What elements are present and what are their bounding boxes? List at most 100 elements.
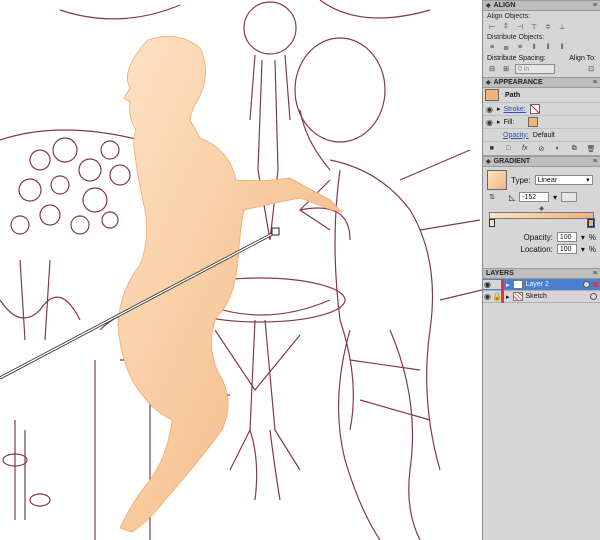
panel-menu-icon[interactable]: ≡ (593, 158, 597, 165)
stroke-label[interactable]: Stroke: (504, 106, 526, 113)
appearance-stroke-row[interactable]: ◉ ▸ Stroke: (483, 103, 600, 116)
gradient-type-label: Type: (511, 175, 531, 185)
object-thumbnail (485, 89, 499, 101)
gradient-location-label: Location: (520, 244, 553, 254)
appearance-object-row: Path (483, 88, 600, 103)
layer-row[interactable]: ◉ ▸ Layer 2 (483, 278, 600, 291)
reduce-basic-icon[interactable]: ◐ (553, 144, 563, 153)
add-fill-icon[interactable]: □ (504, 144, 514, 153)
appearance-panel: ◆ APPEARANCE ≡ Path ◉ ▸ Stroke: ◉ ▸ Fill… (483, 77, 600, 156)
gradient-type-value: Linear (537, 176, 558, 184)
expand-arrow-icon[interactable]: ▸ (506, 281, 510, 289)
gradient-panel: ◆ GRADIENT ≡ Type: Linear ▾ ⇅ ◺ -152 ▾ ◆ (483, 156, 600, 262)
selection-indicator-icon (593, 282, 598, 287)
gradient-stop-start[interactable] (489, 219, 495, 227)
fill-label: Fill: (503, 118, 515, 126)
visibility-eye-icon[interactable]: ◉ (483, 292, 492, 301)
delete-item-icon[interactable]: 🗑 (586, 144, 596, 153)
gradient-opacity-input[interactable]: 100 (556, 232, 577, 242)
distribute-bottom-icon[interactable]: ≡ (515, 43, 525, 52)
distribute-right-icon[interactable]: ⦀ (557, 43, 567, 52)
opacity-label[interactable]: Opacity: (503, 132, 529, 139)
align-center-v-icon[interactable]: ≑ (543, 22, 553, 31)
chevron-down-icon[interactable]: ▾ (581, 245, 585, 254)
align-top-icon[interactable]: ⊤ (529, 22, 539, 31)
opacity-percent: % (588, 232, 596, 242)
gradient-angle-input[interactable]: -152 (519, 192, 550, 202)
align-bottom-icon[interactable]: ⊥ (557, 22, 567, 31)
expand-arrow-icon[interactable]: ▸ (497, 105, 501, 113)
gradient-preview-swatch[interactable] (487, 170, 507, 190)
lock-toggle-icon[interactable] (492, 280, 501, 289)
chevron-down-icon[interactable]: ▾ (581, 233, 585, 242)
panel-menu-icon[interactable]: ≡ (593, 79, 597, 86)
gradient-panel-title: GRADIENT (493, 158, 531, 165)
gradient-stops (489, 218, 595, 228)
fill-swatch[interactable] (528, 117, 539, 127)
layer-row[interactable]: ◉ 🔒 ▸ Sketch (483, 290, 600, 303)
visibility-eye-icon[interactable]: ◉ (483, 280, 492, 289)
chevron-down-icon: ▾ (586, 177, 590, 184)
appearance-panel-title: APPEARANCE (493, 79, 543, 86)
gradient-location-input[interactable]: 100 (556, 244, 577, 254)
distribute-top-icon[interactable]: ≡ (487, 43, 497, 52)
aspect-ratio-input (561, 192, 578, 202)
distribute-center-h-icon[interactable]: ⦀ (543, 43, 553, 52)
align-center-h-icon[interactable]: ‡ (501, 22, 511, 31)
layers-panel-header[interactable]: LAYERS ≡ (483, 268, 600, 279)
artboard-canvas[interactable] (0, 0, 482, 540)
reverse-gradient-icon[interactable]: ⇅ (487, 193, 497, 202)
object-type-label: Path (505, 91, 521, 99)
distribute-spacing-controls: ⊟ ⊞ 0 in ⊡ (483, 63, 600, 77)
duplicate-item-icon[interactable]: ⧉ (570, 144, 580, 153)
midpoint-diamond-icon[interactable]: ◆ (489, 205, 594, 212)
collapse-chevron-icon[interactable]: ◆ (486, 158, 491, 165)
gradient-stop-end[interactable] (587, 218, 595, 228)
align-right-icon[interactable]: ⊣ (515, 22, 525, 31)
layer-name[interactable]: Layer 2 (526, 281, 549, 288)
collapse-chevron-icon[interactable]: ◆ (486, 79, 491, 86)
align-objects-buttons: ⊢ ‡ ⊣ ⊤ ≑ ⊥ (483, 21, 600, 32)
lock-icon[interactable]: 🔒 (492, 292, 502, 301)
gradient-ramp[interactable] (489, 212, 594, 219)
layer-thumbnail (512, 280, 523, 289)
layer-thumbnail (512, 292, 523, 301)
layer-name[interactable]: Sketch (526, 293, 547, 300)
align-panel-title: ALIGN (493, 2, 516, 9)
woman-figure-path[interactable] (117, 36, 344, 533)
distribute-v-space-icon[interactable]: ⊟ (487, 65, 497, 74)
appearance-panel-header[interactable]: ◆ APPEARANCE ≡ (483, 77, 600, 88)
stroke-none-swatch[interactable] (529, 104, 540, 114)
distribute-objects-label: Distribute Objects: (487, 34, 545, 41)
layer-target-icon[interactable] (590, 293, 597, 300)
appearance-opacity-row[interactable]: Opacity: Default (483, 129, 600, 142)
appearance-toolbar: ■ □ fx ⊘ ◐ ⧉ 🗑 (483, 142, 600, 156)
align-to-selection-icon[interactable]: ⊡ (586, 65, 596, 74)
visibility-eye-icon[interactable]: ◉ (485, 105, 494, 114)
layer-color-indicator (501, 290, 504, 303)
add-effect-icon[interactable]: fx (520, 144, 530, 153)
align-left-icon[interactable]: ⊢ (487, 22, 497, 31)
expand-arrow-icon[interactable]: ▸ (497, 118, 501, 126)
appearance-fill-row[interactable]: ◉ ▸ Fill: (483, 116, 600, 129)
distribute-h-space-icon[interactable]: ⊞ (501, 65, 511, 74)
distribute-left-icon[interactable]: ⦀ (529, 43, 539, 52)
panel-menu-icon[interactable]: ≡ (593, 2, 597, 9)
align-panel-header[interactable]: ◆ ALIGN ≡ (483, 0, 600, 11)
angle-icon: ◺ (509, 192, 516, 202)
collapse-chevron-icon[interactable]: ◆ (486, 2, 491, 9)
distribute-center-v-icon[interactable]: ≣ (501, 43, 511, 52)
gradient-slider-area: ◆ (483, 203, 600, 228)
spacing-input[interactable]: 0 in (515, 64, 555, 74)
add-stroke-icon[interactable]: ■ (487, 144, 497, 153)
distribute-spacing-label: Distribute Spacing: (487, 55, 546, 62)
layer-target-icon[interactable] (583, 281, 590, 288)
clear-appearance-icon[interactable]: ⊘ (537, 144, 547, 153)
visibility-eye-icon[interactable]: ◉ (485, 118, 494, 127)
gradient-panel-header[interactable]: ◆ GRADIENT ≡ (483, 156, 600, 167)
gradient-type-select[interactable]: Linear ▾ (534, 175, 593, 185)
sketch-artwork (0, 0, 482, 540)
chevron-down-icon[interactable]: ▾ (553, 193, 557, 202)
expand-arrow-icon[interactable]: ▸ (506, 293, 510, 301)
panel-menu-icon[interactable]: ≡ (593, 270, 597, 277)
